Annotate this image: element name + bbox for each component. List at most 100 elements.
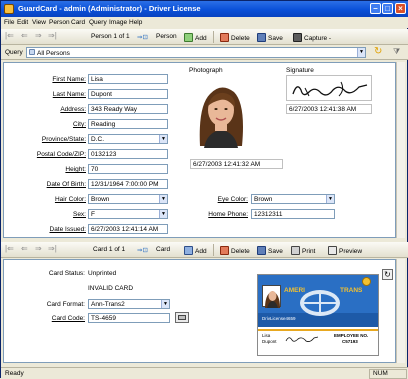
preview-icon <box>328 246 337 255</box>
next-record-icon[interactable]: ⇒ <box>35 31 42 40</box>
dob-field[interactable]: 12/31/1964 7:00:00 PM <box>88 179 168 189</box>
query-select[interactable]: All Persons ▼ <box>26 47 366 58</box>
menu-file[interactable]: File <box>4 19 14 26</box>
first-record-icon[interactable]: |⇐ <box>5 31 14 40</box>
card-pane: Card Status: Unprinted INVALID CARD Card… <box>3 259 396 363</box>
eye-label: Eye Color: <box>217 196 248 203</box>
card-photo <box>262 285 281 308</box>
next-card-icon[interactable]: ⇒ <box>35 244 42 253</box>
card-label: Card <box>156 246 171 253</box>
card-toolbar-separator <box>213 244 214 256</box>
eye-value: Brown <box>254 196 273 203</box>
chevron-down-icon: ▼ <box>159 135 167 143</box>
print-button[interactable]: Print <box>291 246 315 255</box>
minimize-button[interactable]: – <box>370 3 381 14</box>
add-card-button[interactable]: Add <box>184 246 207 255</box>
person-pane: First Name: Lisa Last Name: Dupont Addre… <box>3 62 396 238</box>
card-toolbar: |⇐ ⇐ ⇒ ⇒| Card 1 of 1 ⇒⊡ Card Add Delete… <box>1 242 408 258</box>
person-position: Person 1 of 1 <box>91 33 130 40</box>
issued-label: Date Issued: <box>49 226 87 233</box>
last-name-field[interactable]: Dupont <box>88 89 168 99</box>
add-card-icon <box>184 246 193 255</box>
province-select[interactable]: D.C. ▼ <box>88 134 168 144</box>
city-label: City: <box>73 121 86 128</box>
hair-select[interactable]: Brown ▼ <box>88 194 168 204</box>
card-emp-no: C57193 <box>342 339 358 344</box>
dob-label: Date Of Birth: <box>46 181 86 188</box>
person-scrollbar[interactable] <box>396 62 405 238</box>
first-card-icon[interactable]: |⇐ <box>5 244 14 253</box>
last-name-label: Last Name: <box>52 91 86 98</box>
last-record-icon[interactable]: ⇒| <box>48 31 57 40</box>
status-text: Ready <box>5 370 24 377</box>
menu-card[interactable]: Card <box>71 19 85 26</box>
card-code-field[interactable]: TS-4659 <box>88 313 170 323</box>
preview-button[interactable]: Preview <box>328 246 362 255</box>
phone-field[interactable]: 12312311 <box>251 209 335 219</box>
maximize-button[interactable]: □ <box>382 3 393 14</box>
query-icon <box>29 49 35 55</box>
person-photo[interactable] <box>190 76 252 148</box>
first-name-label: First Name: <box>52 76 86 83</box>
address-field[interactable]: 343 Ready Way <box>88 104 168 114</box>
filter-icon[interactable]: ⧩ <box>393 47 400 57</box>
province-label: Province/State: <box>41 136 86 143</box>
card-code-button[interactable] <box>175 312 189 323</box>
card-status-label: Card Status: <box>48 270 85 277</box>
height-field[interactable]: 70 <box>88 164 168 174</box>
menu-person[interactable]: Person <box>49 19 70 26</box>
menu-view[interactable]: View <box>32 19 46 26</box>
sex-select[interactable]: F ▼ <box>88 209 168 219</box>
signature-image[interactable] <box>286 75 372 101</box>
address-label: Address: <box>60 106 86 113</box>
invalid-card-text: INVALID CARD <box>88 285 134 292</box>
app-icon <box>4 4 14 14</box>
save-card-icon <box>257 246 266 255</box>
card-status: Unprinted <box>88 270 117 277</box>
add-card-label: Add <box>195 248 207 255</box>
city-field[interactable]: Reading <box>88 119 168 129</box>
save-person-button[interactable]: Save <box>257 33 283 42</box>
card-brand-left: AMERI <box>284 287 305 294</box>
card-format-value: Ann-Trans2 <box>91 301 125 308</box>
card-icon <box>178 315 186 320</box>
postal-field[interactable]: 0132123 <box>88 149 168 159</box>
hair-value: Brown <box>91 196 110 203</box>
app-window: GuardCard - admin (Administrator) - Driv… <box>0 0 408 379</box>
card-format-select[interactable]: Ann-Trans2 ▼ <box>88 299 170 309</box>
query-label: Query <box>5 49 23 56</box>
delete-card-button[interactable]: Delete <box>220 246 250 255</box>
delete-person-button[interactable]: Delete <box>220 33 250 42</box>
card-scrollbar[interactable] <box>396 259 405 363</box>
photo-label: Photograph <box>189 67 223 74</box>
issued-field[interactable]: 6/27/2003 12:41:14 AM <box>88 224 168 234</box>
add-person-label: Add <box>195 35 207 42</box>
eye-select[interactable]: Brown ▼ <box>251 194 335 204</box>
card-brand-right: TRANS <box>340 287 363 294</box>
prev-card-icon[interactable]: ⇐ <box>21 244 28 253</box>
menu-edit[interactable]: Edit <box>17 19 28 26</box>
postal-label: Postal Code/ZIP: <box>36 151 86 158</box>
person-toolbar: |⇐ ⇐ ⇒ ⇒| Person 1 of 1 ⇒⊡ Person Add De… <box>1 29 408 45</box>
goto-card-icon[interactable]: ⇒⊡ <box>137 246 148 254</box>
save-card-button[interactable]: Save <box>257 246 283 255</box>
delete-person-label: Delete <box>231 35 250 42</box>
close-button[interactable]: × <box>395 3 406 14</box>
menu-query[interactable]: Query <box>89 19 107 26</box>
window-title: GuardCard - admin (Administrator) - Driv… <box>18 4 201 13</box>
prev-record-icon[interactable]: ⇐ <box>21 31 28 40</box>
card-position: Card 1 of 1 <box>93 246 126 253</box>
add-person-button[interactable]: Add <box>184 33 207 42</box>
goto-icon[interactable]: ⇒⊡ <box>137 33 148 41</box>
refresh-icon[interactable]: ↻ <box>374 46 382 57</box>
query-bar: Query All Persons ▼ ↻ ⧩ <box>1 45 408 60</box>
card-preview[interactable]: AMERI TRANS DrivLicense4659 Lisa Dupont … <box>257 274 379 356</box>
rotate-card-icon[interactable]: ↻ <box>382 269 393 280</box>
print-label: Print <box>302 248 316 255</box>
menu-image[interactable]: Image <box>109 19 127 26</box>
photo-date: 6/27/2003 12:41:32 AM <box>190 159 283 169</box>
menu-help[interactable]: Help <box>129 19 142 26</box>
first-name-field[interactable]: Lisa <box>88 74 168 84</box>
last-card-icon[interactable]: ⇒| <box>48 244 57 253</box>
capture-button[interactable]: Capture - <box>293 33 331 42</box>
